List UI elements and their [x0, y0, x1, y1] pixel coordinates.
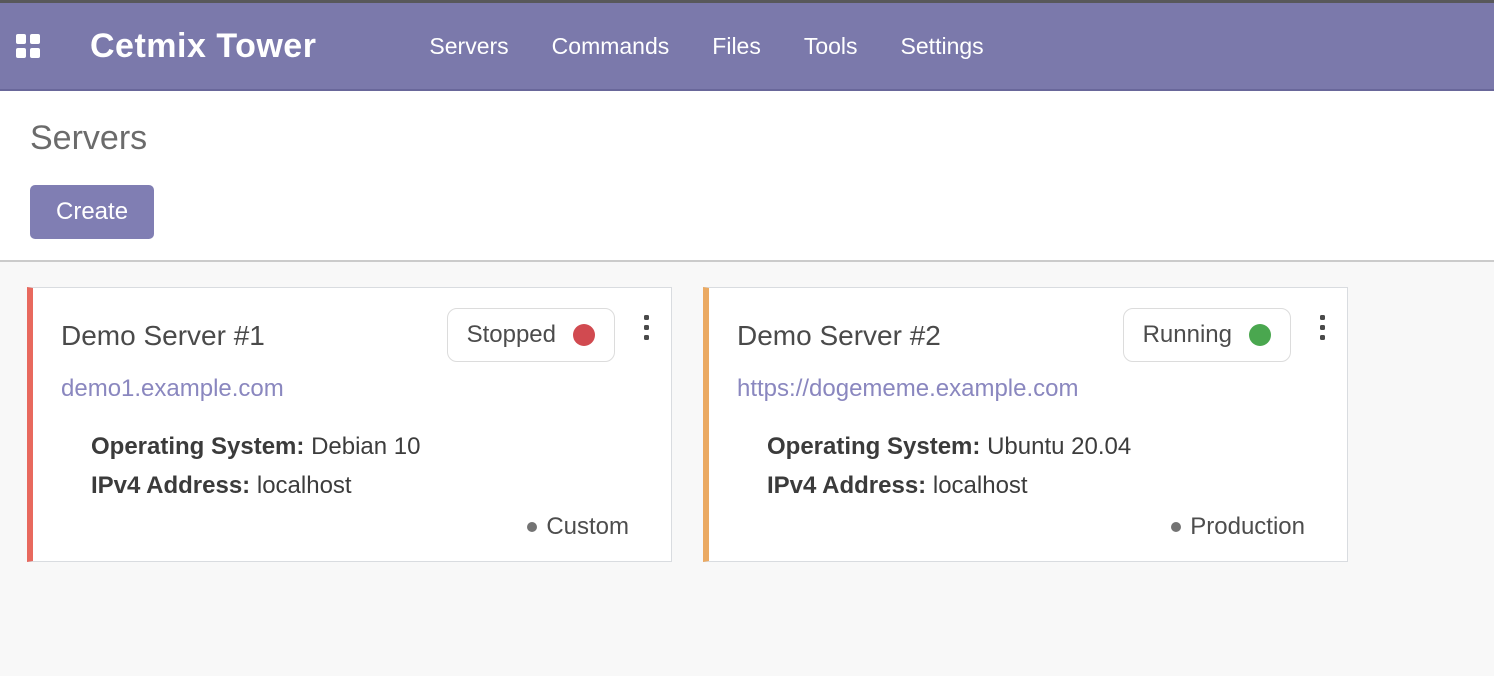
apps-grid-icon[interactable]	[16, 34, 40, 58]
create-button[interactable]: Create	[30, 185, 154, 239]
tag-dot-icon	[527, 522, 537, 532]
server-url-link[interactable]: https://dogememe.example.com	[737, 375, 1079, 403]
status-dot-icon	[573, 324, 595, 346]
server-name: Demo Server #2	[737, 320, 941, 352]
kebab-menu-icon[interactable]	[1318, 315, 1327, 340]
server-card[interactable]: Demo Server #2 Running https://dogememe.…	[703, 287, 1348, 562]
page-header: Servers Create	[0, 91, 1494, 262]
os-value: Debian 10	[311, 433, 420, 460]
tag-label: Custom	[546, 513, 629, 541]
status-badge: Stopped	[447, 308, 615, 362]
main-menu: Servers Commands Files Tools Settings	[429, 33, 983, 60]
server-name: Demo Server #1	[61, 320, 265, 352]
os-row: Operating System: Ubuntu 20.04	[767, 427, 1327, 466]
tag-row: Custom	[61, 513, 651, 541]
main-navbar: Cetmix Tower Servers Commands Files Tool…	[0, 3, 1494, 91]
server-details: Operating System: Ubuntu 20.04 IPv4 Addr…	[767, 427, 1327, 505]
ip-row: IPv4 Address: localhost	[91, 466, 651, 505]
ip-value: localhost	[257, 472, 352, 499]
menu-item-files[interactable]: Files	[712, 33, 761, 60]
ip-label: IPv4 Address:	[91, 472, 250, 499]
status-dot-icon	[1249, 324, 1271, 346]
os-row: Operating System: Debian 10	[91, 427, 651, 466]
status-label: Stopped	[467, 321, 556, 349]
page-title: Servers	[30, 119, 1494, 158]
ip-label: IPv4 Address:	[767, 472, 926, 499]
status-label: Running	[1143, 321, 1232, 349]
ip-value: localhost	[933, 472, 1028, 499]
os-value: Ubuntu 20.04	[987, 433, 1131, 460]
menu-item-tools[interactable]: Tools	[804, 33, 858, 60]
tag-row: Production	[737, 513, 1327, 541]
kebab-menu-icon[interactable]	[642, 315, 651, 340]
status-badge: Running	[1123, 308, 1291, 362]
server-details: Operating System: Debian 10 IPv4 Address…	[91, 427, 651, 505]
ip-row: IPv4 Address: localhost	[767, 466, 1327, 505]
menu-item-servers[interactable]: Servers	[429, 33, 508, 60]
server-url-link[interactable]: demo1.example.com	[61, 375, 284, 403]
os-label: Operating System:	[767, 433, 980, 460]
tag-label: Production	[1190, 513, 1305, 541]
app-brand[interactable]: Cetmix Tower	[90, 27, 316, 66]
card-header: Demo Server #1 Stopped	[61, 308, 651, 362]
os-label: Operating System:	[91, 433, 304, 460]
menu-item-commands[interactable]: Commands	[552, 33, 670, 60]
server-card[interactable]: Demo Server #1 Stopped demo1.example.com…	[27, 287, 672, 562]
kanban-view: Demo Server #1 Stopped demo1.example.com…	[0, 262, 1494, 562]
tag-dot-icon	[1171, 522, 1181, 532]
menu-item-settings[interactable]: Settings	[901, 33, 984, 60]
card-header: Demo Server #2 Running	[737, 308, 1327, 362]
